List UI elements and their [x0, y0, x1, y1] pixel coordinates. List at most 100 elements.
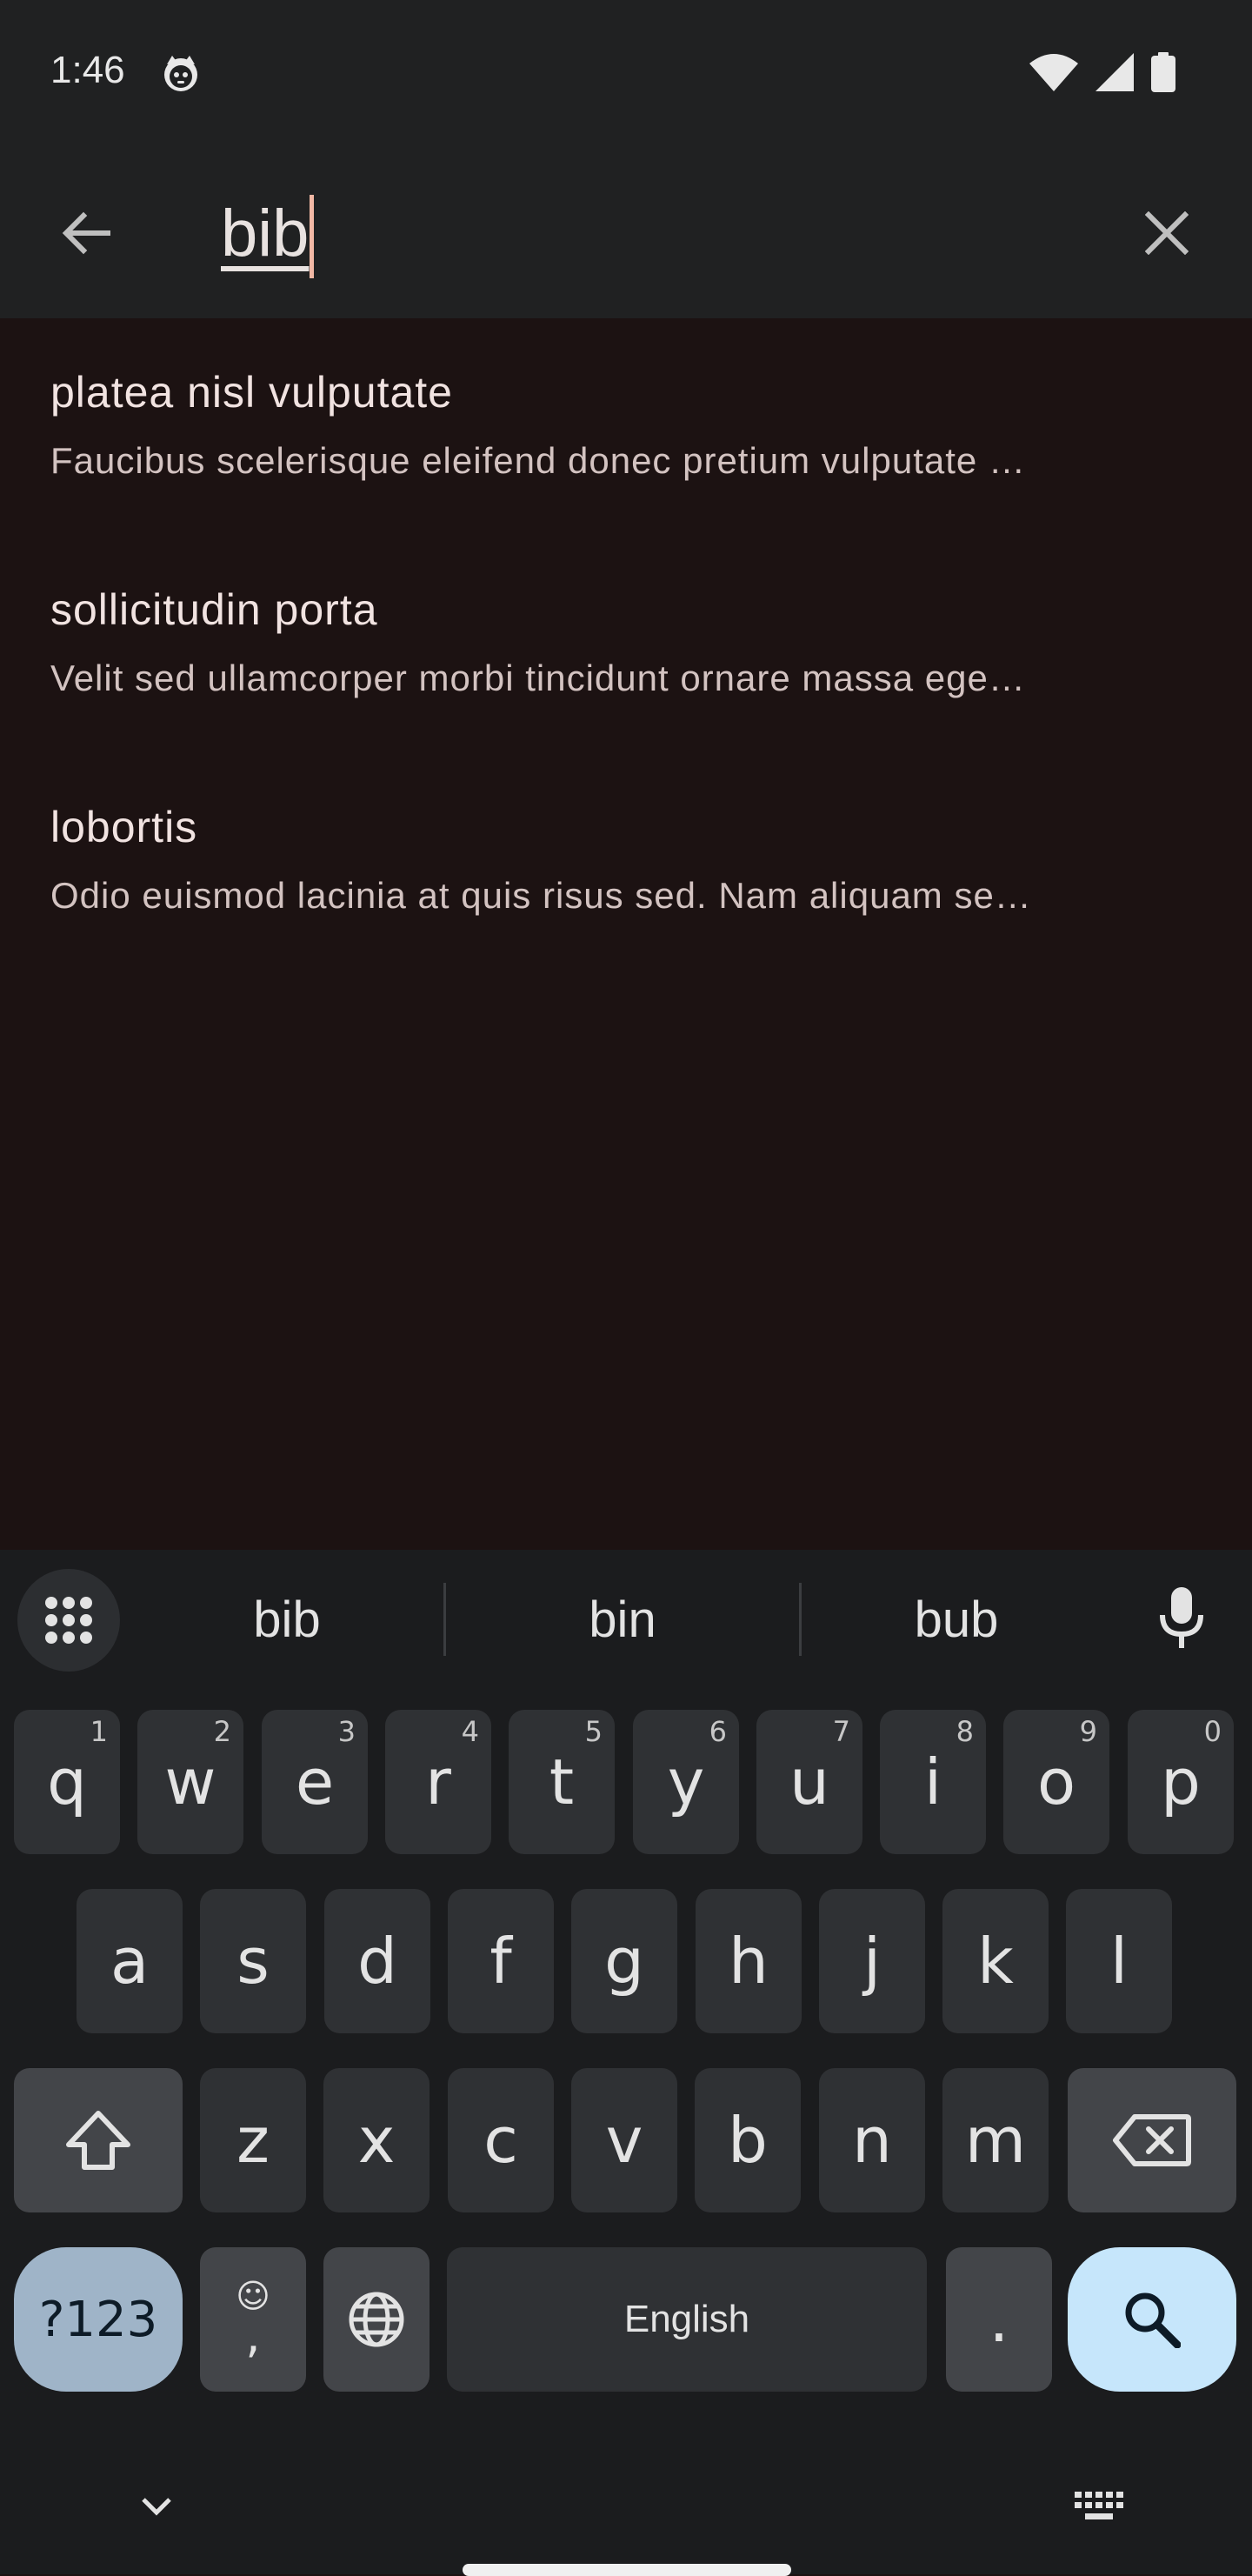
language-key[interactable]: [323, 2247, 430, 2392]
key-label: f: [489, 1925, 512, 1998]
backspace-key[interactable]: [1068, 2068, 1236, 2212]
hide-keyboard-button[interactable]: [130, 2480, 183, 2533]
search-icon: [1123, 2291, 1181, 2348]
cellular-signal-icon: [1096, 53, 1134, 91]
key-number-hint: 6: [709, 1715, 727, 1748]
key-label: x: [357, 2104, 396, 2177]
key-label: w: [164, 1745, 216, 1819]
suggestion-strip: bib bin bub: [0, 1550, 1252, 1689]
key-label: a: [110, 1925, 150, 1998]
key-label: h: [729, 1925, 769, 1998]
chevron-down-icon: [141, 2497, 172, 2516]
key-label: n: [852, 2104, 892, 2177]
key-label: u: [789, 1745, 829, 1819]
shift-key[interactable]: [14, 2068, 183, 2212]
key-number-hint: 7: [832, 1715, 850, 1748]
list-item[interactable]: lobortis Odio euismod lacinia at quis ri…: [0, 753, 1252, 971]
key-i[interactable]: i8: [880, 1710, 986, 1854]
search-input[interactable]: [219, 184, 1092, 282]
key-x[interactable]: x: [323, 2068, 430, 2212]
key-number-hint: 2: [213, 1715, 231, 1748]
key-label: z: [236, 2104, 270, 2177]
key-y[interactable]: y6: [633, 1710, 739, 1854]
key-u[interactable]: u7: [756, 1710, 862, 1854]
key-label: o: [1036, 1745, 1076, 1819]
clear-search-button[interactable]: [1123, 190, 1210, 277]
keyboard-nav-row: [0, 2463, 1252, 2576]
comma-label: ,: [245, 2308, 261, 2363]
key-label: y: [667, 1745, 705, 1819]
key-number-hint: 4: [461, 1715, 479, 1748]
key-a[interactable]: a: [77, 1889, 183, 2033]
key-j[interactable]: j: [819, 1889, 925, 2033]
suggestion-item[interactable]: bub: [802, 1576, 1111, 1663]
result-title: lobortis: [50, 803, 198, 851]
key-w[interactable]: w2: [137, 1710, 243, 1854]
key-d[interactable]: d: [324, 1889, 430, 2033]
list-item[interactable]: platea nisl vulputate Faucibus scelerisq…: [0, 318, 1252, 536]
emoji-comma-key[interactable]: ☺ ,: [200, 2247, 306, 2392]
key-label: k: [977, 1925, 1014, 1998]
key-t[interactable]: t5: [509, 1710, 615, 1854]
result-title: platea nisl vulputate: [50, 368, 453, 417]
result-title: sollicitudin porta: [50, 585, 378, 634]
period-key[interactable]: .: [946, 2247, 1052, 2392]
backspace-icon: [1112, 2113, 1192, 2167]
back-button[interactable]: [42, 190, 129, 277]
key-e[interactable]: e3: [262, 1710, 368, 1854]
key-number-hint: 8: [956, 1715, 974, 1748]
on-screen-keyboard: bib bin bub ?123 ☺ , English . q 1 w 2 e…: [0, 1550, 1252, 2576]
key-label: l: [1109, 1925, 1128, 1998]
key-q[interactable]: q1: [14, 1710, 120, 1854]
switch-keyboard-button[interactable]: [1069, 2480, 1130, 2533]
key-label: b: [728, 2104, 768, 2177]
key-f[interactable]: f: [448, 1889, 554, 2033]
key-v[interactable]: v: [571, 2068, 677, 2212]
key-g[interactable]: g: [571, 1889, 677, 2033]
voice-input-button[interactable]: [1134, 1571, 1229, 1666]
status-time: 1:46: [50, 49, 125, 91]
key-label: s: [236, 1925, 270, 1998]
space-key[interactable]: English: [447, 2247, 927, 2392]
globe-icon: [348, 2291, 405, 2348]
key-number-hint: 5: [584, 1715, 603, 1748]
suggestion-item[interactable]: bin: [446, 1576, 799, 1663]
key-c[interactable]: c: [448, 2068, 554, 2212]
key-p[interactable]: p0: [1128, 1710, 1234, 1854]
shift-icon: [65, 2110, 131, 2171]
suggestion-item[interactable]: bib: [130, 1576, 443, 1663]
key-z[interactable]: z: [200, 2068, 306, 2212]
key-k[interactable]: k: [942, 1889, 1049, 2033]
key-label: i: [923, 1745, 942, 1819]
battery-icon: [1151, 52, 1175, 92]
key-label: c: [483, 2104, 518, 2177]
list-item[interactable]: sollicitudin porta Velit sed ullamcorper…: [0, 536, 1252, 753]
status-bar: 1:46: [0, 0, 1252, 148]
key-label: r: [425, 1745, 451, 1819]
grid-icon: [43, 1595, 94, 1645]
key-o[interactable]: o9: [1003, 1710, 1109, 1854]
key-number-hint: 0: [1203, 1715, 1222, 1748]
symbols-key[interactable]: ?123: [14, 2247, 183, 2392]
keyboard-menu-button[interactable]: [17, 1569, 120, 1672]
cat-face-icon: [160, 52, 202, 94]
close-icon: [1145, 211, 1189, 255]
search-key[interactable]: [1068, 2247, 1236, 2392]
key-label: v: [605, 2104, 643, 2177]
key-label: d: [357, 1925, 397, 1998]
key-r[interactable]: r4: [385, 1710, 491, 1854]
search-bar: [0, 148, 1252, 318]
key-label: j: [862, 1925, 881, 1998]
key-s[interactable]: s: [200, 1889, 306, 2033]
key-n[interactable]: n: [819, 2068, 925, 2212]
key-l[interactable]: l: [1066, 1889, 1172, 2033]
key-h[interactable]: h: [696, 1889, 802, 2033]
key-label: q: [47, 1745, 87, 1819]
search-results-list: platea nisl vulputate Faucibus scelerisq…: [0, 318, 1252, 1550]
result-subtitle: Velit sed ullamcorper morbi tincidunt or…: [50, 657, 1026, 698]
key-b[interactable]: b: [695, 2068, 801, 2212]
key-label: m: [964, 2104, 1027, 2177]
key-number-hint: 1: [90, 1715, 108, 1748]
microphone-icon: [1157, 1587, 1206, 1650]
key-m[interactable]: m: [942, 2068, 1049, 2212]
